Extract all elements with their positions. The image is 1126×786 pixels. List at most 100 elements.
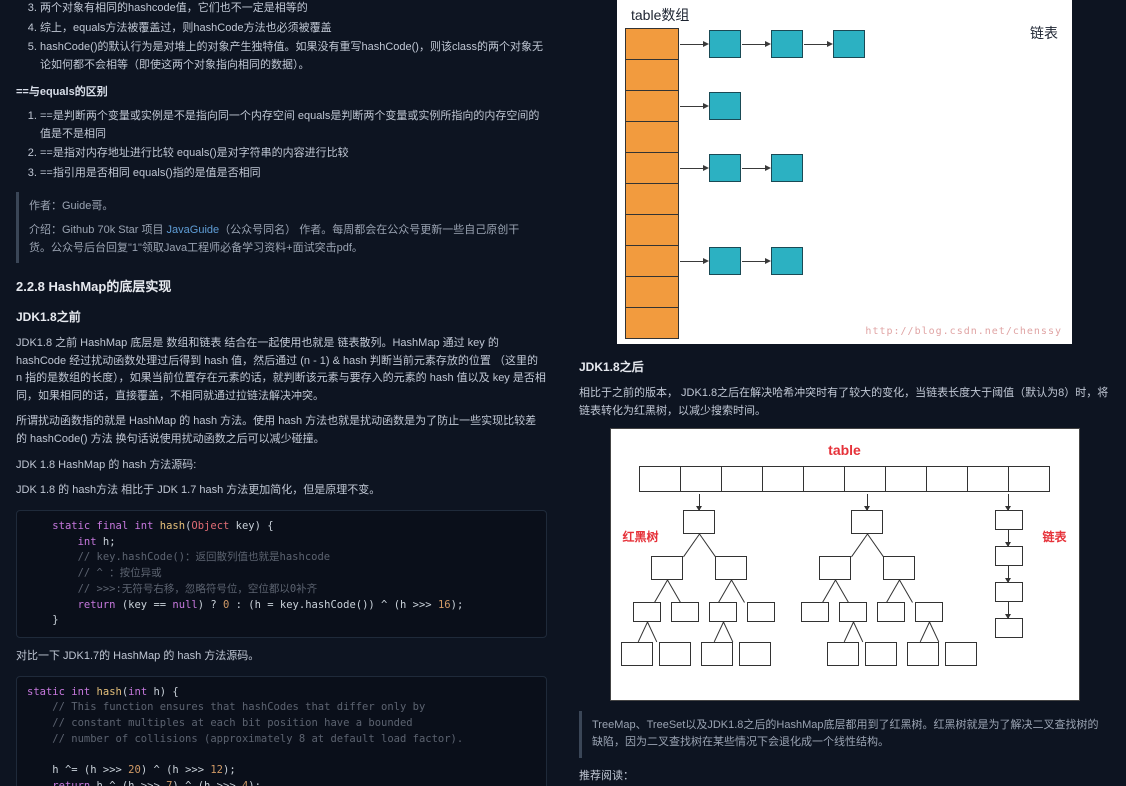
connector-line [886, 580, 900, 603]
connector-line [899, 580, 913, 603]
linked-list-row [679, 276, 865, 308]
list-item: 综上，equals方法被覆盖过，则hashCode方法也必须被覆盖 [40, 20, 547, 38]
connector-line [1008, 602, 1009, 618]
connector-line [929, 622, 939, 642]
table-cell [639, 466, 681, 492]
list-node [995, 510, 1023, 530]
tree-node [709, 602, 737, 622]
paragraph: JDK1.8 之前 HashMap 底层是 数组和链表 结合在一起使用也就是 链… [16, 335, 547, 405]
connector-line [713, 622, 723, 642]
tree-node [819, 556, 851, 580]
connector-line [718, 580, 732, 603]
heading-hashmap-impl: 2.2.8 HashMap的底层实现 [16, 277, 547, 298]
diagram1-label-list: 链表 [1030, 22, 1058, 44]
array-slot [625, 59, 679, 91]
tree-node [621, 642, 653, 666]
tree-node [915, 602, 943, 622]
tree-node [877, 602, 905, 622]
tree-node [907, 642, 939, 666]
tree-node [683, 510, 715, 534]
table-cell [721, 466, 763, 492]
diagram2-label-tree: 红黑树 [623, 528, 659, 547]
array-slot [625, 183, 679, 215]
quote-author: 作者：Guide哥。 [29, 198, 537, 216]
connector-line [647, 622, 657, 642]
tree-node [839, 602, 867, 622]
diagram1-watermark: http://blog.csdn.net/chenssy [865, 324, 1062, 340]
diagram-table-linkedlist: table数组 链表 http://blog.csdn.net/chenssy [617, 0, 1072, 344]
tree-node [671, 602, 699, 622]
tree-node [651, 556, 683, 580]
tree-node [715, 556, 747, 580]
linked-list-row [679, 121, 865, 153]
connector-line [867, 494, 868, 510]
list-item: 两个对象有相同的hashcode值，它们也不一定是相等的 [40, 0, 547, 18]
array-slot [625, 214, 679, 246]
paragraph: 所谓扰动函数指的就是 HashMap 的 hash 方法。使用 hash 方法也… [16, 413, 547, 448]
diagram1-rows [679, 28, 865, 338]
paragraph: JDK 1.8 HashMap 的 hash 方法源码: [16, 457, 547, 475]
list-node [995, 582, 1023, 602]
tree-node [801, 602, 829, 622]
list-node [995, 618, 1023, 638]
connector-line [699, 494, 700, 510]
tree-node [747, 602, 775, 622]
tree-node [701, 642, 733, 666]
diagram2-stage: 红黑树 链表 [619, 498, 1071, 688]
connector-line [654, 580, 668, 603]
connector-line [835, 580, 849, 603]
connector-line [1008, 566, 1009, 582]
javaguide-link[interactable]: JavaGuide [167, 224, 220, 236]
table-cell [844, 466, 886, 492]
array-slot [625, 152, 679, 184]
list-item: ==是判断两个变量或实例是不是指向同一个内存空间 equals是判断两个变量或实… [40, 108, 547, 143]
linked-list-row [679, 214, 865, 246]
connector-line [683, 533, 700, 557]
table-cell [967, 466, 1009, 492]
list-item: hashCode()的默认行为是对堆上的对象产生独特值。如果没有重写hashCo… [40, 39, 547, 74]
connector-line [1008, 494, 1009, 510]
connector-line [637, 622, 647, 642]
table-cell [1008, 466, 1050, 492]
linked-list-row [679, 307, 865, 339]
table-cell [885, 466, 927, 492]
connector-line [822, 580, 836, 603]
tree-node [851, 510, 883, 534]
heading-jdk18-after: JDK1.8之后 [579, 358, 1110, 377]
quote-intro-before: 介绍：Github 70k Star 项目 [29, 224, 167, 236]
connector-line [851, 533, 868, 557]
diagram2-table-row [619, 466, 1071, 492]
paragraph: 相比于之前的版本， JDK1.8之后在解决哈希冲突时有了较大的变化，当链表长度大… [579, 385, 1110, 420]
table-cell [762, 466, 804, 492]
connector-line [731, 580, 745, 603]
list-node [995, 546, 1023, 566]
code-block-hash-jdk17: static int hash(int h) { // This functio… [16, 676, 547, 786]
right-column: table数组 链表 http://blog.csdn.net/chenssy … [563, 0, 1126, 786]
paragraph: 对比一下 JDK1.7的 HashMap 的 hash 方法源码。 [16, 648, 547, 666]
linked-list-row [679, 28, 865, 60]
linked-list-node [771, 247, 803, 275]
subheading-equals-vs-double-equals: ==与equals的区别 [16, 84, 547, 102]
table-cell [803, 466, 845, 492]
connector-line [723, 622, 733, 642]
tree-node [739, 642, 771, 666]
linked-list-node [833, 30, 865, 58]
diagram2-title: table [619, 439, 1071, 461]
recommended-reading: 推荐阅读： [579, 768, 1110, 786]
tree-node [945, 642, 977, 666]
paragraph: JDK 1.8 的 hash方法 相比于 JDK 1.7 hash 方法更加简化… [16, 482, 547, 500]
linked-list-row [679, 152, 865, 184]
author-blockquote: 作者：Guide哥。 介绍：Github 70k Star 项目 JavaGui… [16, 192, 547, 263]
linked-list-node [709, 154, 741, 182]
tree-node [883, 556, 915, 580]
array-slot [625, 245, 679, 277]
equals-diff-list: ==是判断两个变量或实例是不是指向同一个内存空间 equals是判断两个变量或实… [40, 108, 547, 182]
list-item: ==指引用是否相同 equals()指的是值是否相同 [40, 165, 547, 183]
linked-list-row [679, 245, 865, 277]
connector-line [1008, 530, 1009, 546]
table-cell [680, 466, 722, 492]
connector-line [843, 622, 853, 642]
tree-node [659, 642, 691, 666]
array-slot [625, 276, 679, 308]
array-slot [625, 307, 679, 339]
